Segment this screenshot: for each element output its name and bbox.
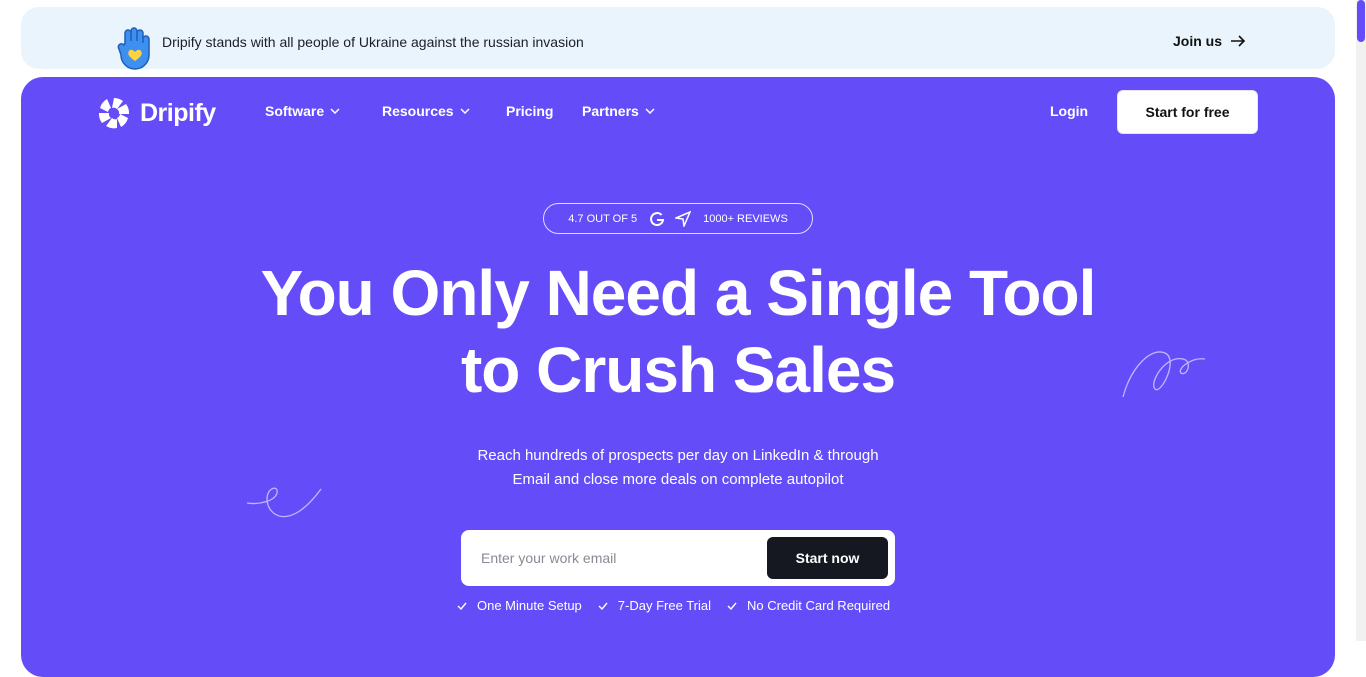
hero-subtext: Reach hundreds of prospects per day on L… <box>21 444 1335 492</box>
capterra-icon <box>675 210 692 227</box>
perks-list: One Minute Setup 7-Day Free Trial No Cre… <box>457 598 890 613</box>
subtext-line-1: Reach hundreds of prospects per day on L… <box>477 447 879 464</box>
ukraine-banner: Dripify stands with all people of Ukrain… <box>21 7 1335 70</box>
nav-item-resources[interactable]: Resources <box>382 103 482 119</box>
perk-item: No Credit Card Required <box>727 598 890 613</box>
nav-item-partners[interactable]: Partners <box>582 103 672 119</box>
headline-line-2: to Crush Sales <box>460 334 896 406</box>
nav-item-label: Partners <box>582 103 639 119</box>
squiggle-decoration-left <box>246 487 322 518</box>
join-us-label: Join us <box>1173 33 1223 49</box>
start-now-button[interactable]: Start now <box>767 537 888 579</box>
arrow-right-icon <box>1231 35 1246 47</box>
login-link[interactable]: Login <box>1050 103 1088 119</box>
nav-item-label: Resources <box>382 103 454 119</box>
perk-label: One Minute Setup <box>477 598 582 613</box>
nav-item-label: Software <box>265 103 325 119</box>
email-signup-form: Start now <box>461 530 895 586</box>
subtext-line-2: Email and close more deals on complete a… <box>512 471 844 488</box>
reviews-count: 1000+ REVIEWS <box>703 212 788 225</box>
nav-item-pricing[interactable]: Pricing <box>506 103 566 119</box>
start-for-free-button[interactable]: Start for free <box>1117 90 1258 134</box>
scrollbar-thumb[interactable] <box>1357 0 1365 42</box>
chevron-down-icon <box>645 108 655 114</box>
squiggle-decoration-right <box>1122 351 1206 398</box>
chevron-down-icon <box>460 108 470 114</box>
page-scrollbar[interactable] <box>1356 0 1366 641</box>
rating-score: 4.7 OUT OF 5 <box>568 212 638 225</box>
check-icon <box>598 602 608 610</box>
perk-label: 7-Day Free Trial <box>617 598 711 613</box>
nav-item-label: Pricing <box>506 103 554 119</box>
hero-section: Dripify Software Resources Pricing Partn… <box>21 77 1335 677</box>
brand-name: Dripify <box>140 98 216 127</box>
chevron-down-icon <box>330 108 340 114</box>
nav-item-software[interactable]: Software <box>265 103 355 119</box>
work-email-input[interactable] <box>481 544 751 572</box>
dripify-logo[interactable]: Dripify <box>97 96 216 130</box>
perk-label: No Credit Card Required <box>747 598 891 613</box>
dripify-logo-icon <box>98 98 130 129</box>
perk-item: One Minute Setup <box>457 598 582 613</box>
headline-line-1: You Only Need a Single Tool <box>260 257 1097 329</box>
heart-hand-icon <box>117 27 150 70</box>
perk-item: 7-Day Free Trial <box>598 598 711 613</box>
g2-icon <box>650 211 665 226</box>
check-icon <box>727 602 737 610</box>
check-icon <box>457 602 467 610</box>
rating-badge: 4.7 OUT OF 5 1000+ REVIEWS <box>543 203 813 234</box>
banner-message: Dripify stands with all people of Ukrain… <box>162 34 584 50</box>
join-us-link[interactable]: Join us <box>1173 33 1246 49</box>
